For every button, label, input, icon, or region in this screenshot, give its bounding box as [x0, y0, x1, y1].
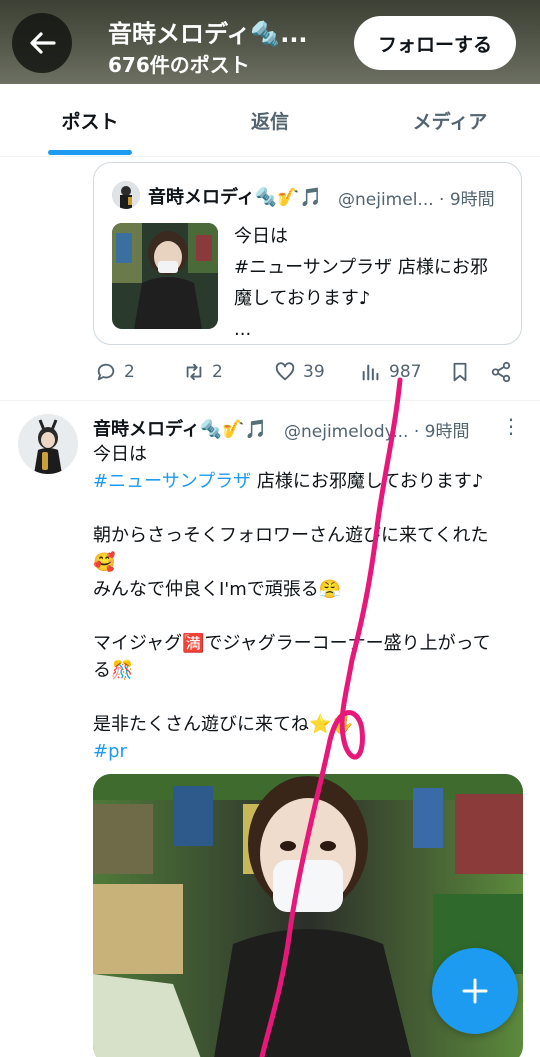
- share-icon: [489, 360, 513, 384]
- quoted-author-handle: @nejimel... · 9時間: [338, 190, 495, 210]
- author-name: 音時メロディ🔩🎷🎵: [93, 419, 267, 440]
- arrow-left-icon: [30, 32, 56, 54]
- quoted-text: 今日は #ニューサンプラザ 店様にお邪 魔しております♪ ...: [234, 226, 488, 340]
- like-button[interactable]: 39: [273, 360, 325, 384]
- views-icon: [359, 360, 383, 384]
- repost-button[interactable]: 2: [182, 360, 223, 384]
- more-options-icon[interactable]: ⋮: [501, 414, 521, 440]
- share-button[interactable]: [489, 360, 513, 384]
- hashtag-pr-link[interactable]: #pr: [93, 738, 523, 765]
- tab-posts[interactable]: ポスト: [0, 84, 180, 156]
- profile-header: 音時メロディ🔩... 676件のポスト フォローする: [0, 0, 540, 84]
- hashtag-link[interactable]: #ニューサンプラザ: [93, 471, 251, 492]
- plus-icon: [462, 978, 488, 1004]
- tab-replies[interactable]: 返信: [180, 84, 360, 156]
- profile-name: 音時メロディ🔩...: [108, 20, 308, 48]
- author-handle: @nejimelody... · 9時間: [284, 422, 470, 442]
- quoted-avatar: [112, 181, 140, 209]
- reply-button[interactable]: 2: [94, 360, 135, 384]
- active-tab-indicator: [48, 150, 132, 155]
- back-button[interactable]: [12, 13, 72, 73]
- author-avatar[interactable]: [18, 414, 78, 474]
- quoted-author-name: 音時メロディ🔩🎷🎵: [148, 187, 322, 208]
- views-button[interactable]: 987: [359, 360, 421, 384]
- follow-button[interactable]: フォローする: [354, 16, 516, 70]
- post-text: 今日は #ニューサンプラザ 店様にお邪魔しております♪ 朝からさっそくフォロワー…: [93, 441, 523, 765]
- bookmark-button[interactable]: [448, 360, 472, 384]
- compose-button[interactable]: [432, 948, 518, 1034]
- repost-icon: [182, 360, 206, 384]
- tab-media[interactable]: メディア: [360, 84, 540, 156]
- post-divider: [0, 400, 540, 401]
- bookmark-icon: [448, 360, 472, 384]
- post-count: 676件のポスト: [108, 53, 250, 77]
- quoted-post-card[interactable]: 音時メロディ🔩🎷🎵 @nejimel... · 9時間 今日は #ニューサンプラ…: [93, 162, 522, 345]
- quoted-thumbnail: [112, 223, 218, 329]
- reply-icon: [94, 360, 118, 384]
- profile-tabs: ポスト 返信 メディア: [0, 84, 540, 157]
- like-icon: [273, 360, 297, 384]
